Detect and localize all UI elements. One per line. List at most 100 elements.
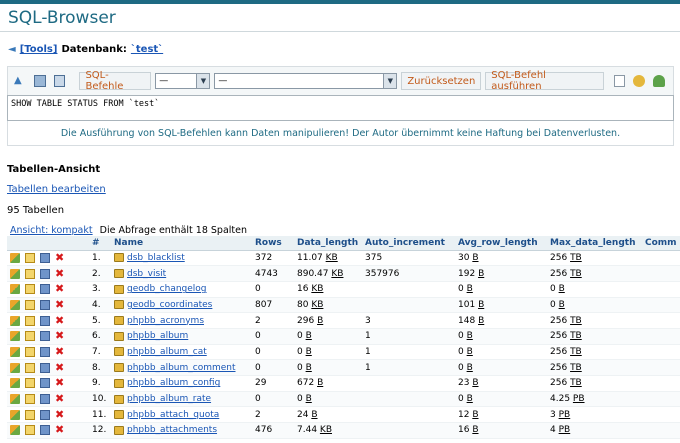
copy-icon[interactable] (40, 378, 50, 389)
delete-icon[interactable]: ✖ (55, 377, 64, 388)
properties-icon[interactable] (25, 315, 35, 326)
properties-icon[interactable] (25, 362, 35, 373)
copy-icon[interactable] (40, 299, 50, 310)
row-number: 9. (89, 375, 111, 392)
properties-icon[interactable] (25, 299, 35, 310)
app-title: SQL-Browser (8, 7, 116, 28)
reset-button[interactable]: Zurücksetzen (401, 72, 482, 90)
edit-icon[interactable] (10, 394, 20, 405)
table-name-link[interactable]: phpbb_album_comment (127, 363, 236, 373)
execute-sql-button[interactable]: SQL-Befehl ausführen (485, 70, 604, 92)
comment-value (642, 281, 680, 298)
row-number: 1. (89, 250, 111, 267)
delete-icon[interactable]: ✖ (55, 424, 64, 435)
edit-icon[interactable] (10, 378, 20, 389)
table-name-link[interactable]: geodb_coordinates (127, 300, 212, 310)
table-name-link[interactable]: phpbb_attach_quota (127, 410, 219, 420)
sql-statement-select[interactable]: — ▼ (214, 73, 398, 89)
sql-query-input[interactable]: SHOW TABLE STATUS FROM `test` (7, 95, 674, 121)
column-header-avg-row-length[interactable]: Avg_row_length (455, 236, 547, 251)
table-name-link[interactable]: dsb_visit (127, 269, 166, 279)
tools-link[interactable]: [Tools] (20, 44, 58, 55)
properties-icon[interactable] (25, 409, 35, 420)
properties-icon[interactable] (25, 252, 35, 263)
arrow-up-icon[interactable]: ▲ (14, 75, 26, 87)
delete-icon[interactable]: ✖ (55, 346, 64, 357)
edit-icon[interactable] (10, 331, 20, 342)
sql-commands-button[interactable]: SQL-Befehle (79, 70, 152, 92)
table-name-cell: phpbb_album_config (111, 375, 252, 392)
properties-icon[interactable] (25, 378, 35, 389)
table-name-link[interactable]: phpbb_attachments (127, 425, 217, 435)
properties-icon[interactable] (25, 331, 35, 342)
chevron-down-icon[interactable]: ▼ (383, 74, 397, 88)
copy-icon[interactable] (40, 268, 50, 279)
copy-icon[interactable] (40, 315, 50, 326)
table-name-link[interactable]: phpbb_album (127, 331, 188, 341)
delete-icon[interactable]: ✖ (55, 409, 64, 420)
table-name-link[interactable]: phpbb_album_cat (127, 347, 207, 357)
sql-category-select[interactable]: — ▼ (155, 73, 211, 89)
copy-icon[interactable] (40, 425, 50, 436)
column-header-max-data-length[interactable]: Max_data_length (547, 236, 642, 251)
table-name-cell: dsb_blacklist (111, 250, 252, 267)
edit-icon[interactable] (10, 315, 20, 326)
column-header-name[interactable]: Name (111, 236, 252, 251)
edit-icon[interactable] (10, 284, 20, 295)
delete-icon[interactable]: ✖ (55, 330, 64, 341)
delete-icon[interactable]: ✖ (55, 393, 64, 404)
copy-icon[interactable] (40, 346, 50, 357)
properties-icon[interactable] (25, 346, 35, 357)
avg-row-length-value: 12 B (455, 406, 547, 424)
properties-icon[interactable] (25, 425, 35, 436)
copy-icon[interactable] (40, 331, 50, 342)
unit: KB (319, 425, 332, 436)
document-icon[interactable] (613, 75, 626, 87)
copy-icon[interactable] (40, 252, 50, 263)
edit-icon[interactable] (10, 425, 20, 436)
view-compact-toggle[interactable]: Ansicht: kompakt (10, 225, 93, 236)
properties-icon[interactable] (25, 284, 35, 295)
table-icon[interactable] (53, 75, 66, 87)
column-header-data-length[interactable]: Data_length (294, 236, 362, 251)
delete-icon[interactable]: ✖ (55, 283, 64, 294)
delete-icon[interactable]: ✖ (55, 362, 64, 373)
edit-icon[interactable] (10, 268, 20, 279)
delete-icon[interactable]: ✖ (55, 315, 64, 326)
unit: B (466, 362, 473, 373)
table-name-link[interactable]: phpbb_acronyms (127, 316, 204, 326)
properties-icon[interactable] (25, 394, 35, 405)
edit-icon[interactable] (10, 252, 20, 263)
delete-icon[interactable]: ✖ (55, 252, 64, 263)
edit-icon[interactable] (10, 299, 20, 310)
copy-icon[interactable] (40, 362, 50, 373)
back-arrow-icon[interactable]: ◄ (8, 44, 16, 55)
data-length-value: 24 B (294, 406, 362, 424)
column-header-auto-increment[interactable]: Auto_increment (362, 236, 455, 251)
grid-icon[interactable] (33, 75, 46, 87)
edit-icon[interactable] (10, 346, 20, 357)
column-header-number[interactable]: # (89, 236, 111, 251)
edit-tables-link[interactable]: Tabellen bearbeiten (7, 184, 106, 195)
delete-icon[interactable]: ✖ (55, 299, 64, 310)
user-icon[interactable] (653, 75, 665, 87)
copy-icon[interactable] (40, 409, 50, 420)
data-length-value: 0 B (294, 359, 362, 376)
chevron-down-icon[interactable]: ▼ (196, 74, 210, 88)
breadcrumb: ◄ [Tools] Datenbank: `test` (8, 44, 163, 55)
delete-icon[interactable]: ✖ (55, 268, 64, 279)
settings-icon[interactable] (633, 75, 646, 87)
table-name-link[interactable]: phpbb_album_config (127, 378, 220, 388)
max-data-length-value: 256 TB (547, 344, 642, 361)
database-link[interactable]: `test` (131, 44, 163, 55)
copy-icon[interactable] (40, 394, 50, 405)
table-name-link[interactable]: geodb_changelog (127, 284, 207, 294)
copy-icon[interactable] (40, 284, 50, 295)
edit-icon[interactable] (10, 362, 20, 373)
table-name-link[interactable]: phpbb_album_rate (127, 394, 211, 404)
column-header-rows[interactable]: Rows (252, 236, 294, 251)
column-header-comment[interactable]: Comm (642, 236, 680, 251)
edit-icon[interactable] (10, 409, 20, 420)
properties-icon[interactable] (25, 268, 35, 279)
table-name-link[interactable]: dsb_blacklist (127, 253, 185, 263)
